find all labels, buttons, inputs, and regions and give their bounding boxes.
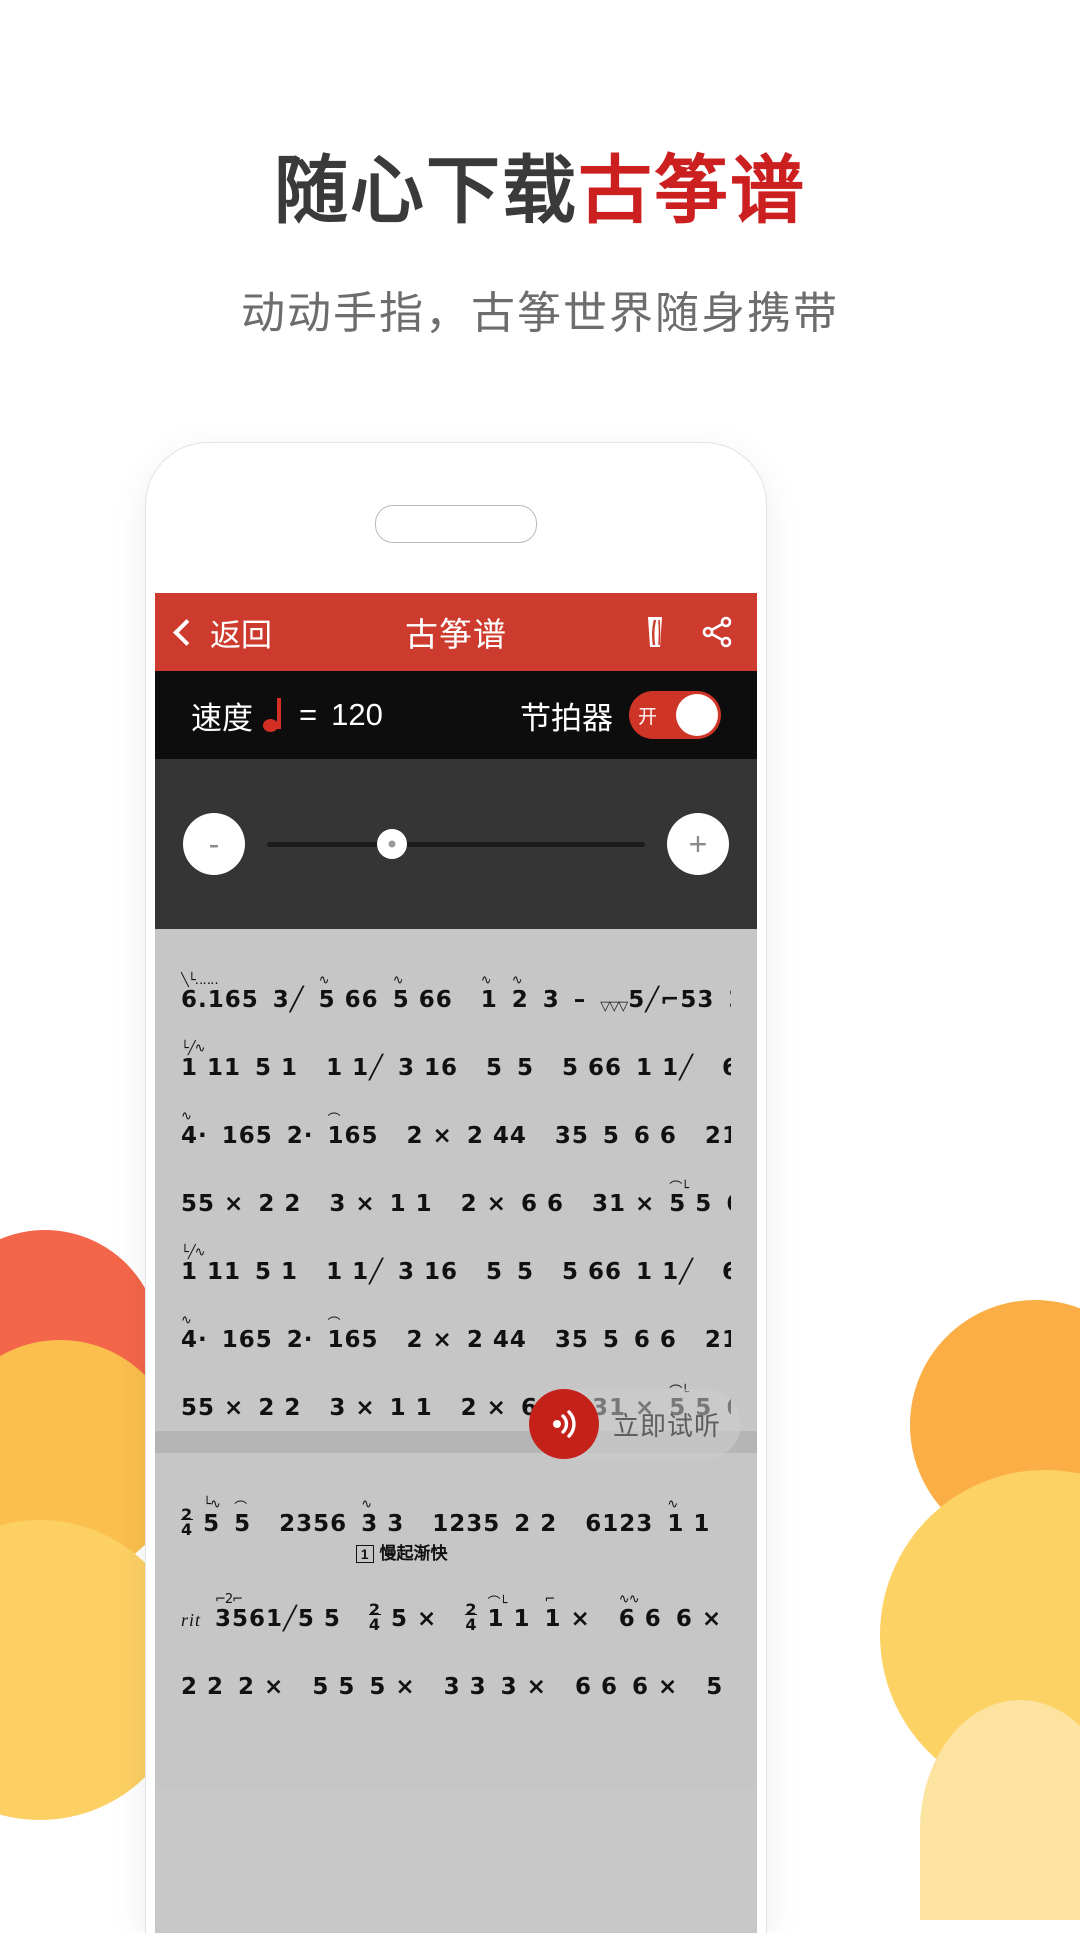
ornament-mark: ∿	[181, 1109, 192, 1124]
notation-line: 2 4 └∿ 5 ⌒ 5 2356 ∿ 3 3 1235 2 2 6123 ∿ 1 1 …	[181, 1469, 731, 1537]
sheet-annotation: 1 慢起渐快	[181, 1539, 731, 1564]
decor-blob-orange-right	[910, 1300, 1080, 1550]
time-signature-bottom: 4	[368, 1613, 382, 1632]
back-button-label: 返回	[210, 617, 272, 653]
quarter-note-icon	[263, 698, 283, 732]
time-signature-bottom: 4	[181, 1518, 194, 1537]
phone-speaker-grille	[375, 505, 537, 543]
ornament-mark: ∿	[511, 973, 523, 988]
guzheng-icon[interactable]	[637, 614, 673, 650]
time-signature: 2 4	[181, 1507, 194, 1537]
page-subtitle: 动动手指，古筝世界随身携带	[241, 289, 839, 339]
page-title: 随心下载古筝谱	[0, 150, 1080, 231]
back-button[interactable]: 返回	[173, 610, 272, 655]
tempo-slider-thumb[interactable]	[376, 829, 407, 859]
ornament-mark: ⌒└	[669, 1181, 689, 1196]
notation-line: 2 2 2 × 5 5 5 × 3 3 3 × 6 6 6 × 5 5 5 × …	[181, 1632, 731, 1700]
tempo-increase-button[interactable]: +	[667, 813, 729, 875]
ornament-mark: ∿∿	[618, 1592, 640, 1607]
ornament-mark: ⌐2⌐	[215, 1592, 243, 1607]
notation-line: ∿4· 165 2· ⌒165 2 × 2 44 35 5 6 6 21 × 5…	[181, 1285, 731, 1353]
tempo-slider[interactable]	[267, 813, 645, 875]
chevron-left-icon	[173, 618, 200, 646]
sound-wave-icon	[552, 1410, 576, 1438]
tempo-decrease-button[interactable]: -	[183, 813, 245, 875]
ornament-mark: └╱∿	[181, 1245, 206, 1260]
tempo-bar: 速度 = 120 节拍器 开	[155, 671, 757, 759]
ornament-mark: ∿	[667, 1497, 678, 1512]
navbar-actions	[637, 614, 735, 650]
ornament-mark: ∿	[361, 1497, 372, 1512]
ornament-mark: ⌐	[544, 1592, 556, 1607]
app-screen: 返回 古筝谱 速度 = 120 节拍器 开 - + ╲└‥‥‥ 6.165 3╱…	[155, 593, 757, 1933]
ornament-mark: ⌒└	[487, 1596, 507, 1611]
metronome-label: 节拍器	[520, 700, 613, 736]
sheet-section-two: 2 4 └∿ 5 ⌒ 5 2356 ∿ 3 3 1235 2 2 6123 ∿ 1 1 …	[155, 1453, 757, 1700]
sheet-section-one: ╲└‥‥‥ 6.165 3╱ ∿ 5 66 ∿ 5 66 ∿ 1 ∿ 2 3 – ▽▽▽ …	[155, 929, 757, 1421]
decor-blob-pale-right	[920, 1700, 1080, 1920]
tempo-display: 速度 = 120	[191, 693, 383, 738]
time-signature: 2 4	[368, 1602, 382, 1632]
metronome-control: 节拍器 开	[520, 691, 721, 739]
share-icon[interactable]	[699, 614, 735, 650]
notation-line: 1 └╱∿11 5 1 1 1╱ 3 16 5 5 5 66 1 1╱ 6 1╱…	[181, 1013, 731, 1081]
ornament-mark: ∿	[181, 1313, 192, 1328]
tempo-label: 速度	[191, 700, 253, 736]
listen-now-button[interactable]: 立即试听	[528, 1389, 741, 1459]
tempo-annotation-text: 慢起渐快	[379, 1544, 448, 1563]
listen-now-circle	[528, 1389, 599, 1459]
tempo-slider-panel: - +	[155, 759, 757, 929]
decor-blob-yellow-right	[880, 1470, 1080, 1800]
promo-text-block: 随心下载古筝谱 动动手指，古筝世界随身携带	[0, 150, 1080, 341]
rit-marking: rit	[181, 1610, 202, 1630]
rehearsal-mark-box: 1	[355, 1545, 374, 1563]
notation-line: ∿4· 165 2· ⌒165 2 × 2 44 35 5 6 6 21 × 5…	[181, 1081, 731, 1149]
metronome-toggle[interactable]: 开	[629, 691, 721, 739]
app-navbar: 返回 古筝谱	[155, 593, 757, 671]
listen-now-label: 立即试听	[612, 1410, 721, 1441]
sheet-music-viewer[interactable]: ╲└‥‥‥ 6.165 3╱ ∿ 5 66 ∿ 5 66 ∿ 1 ∿ 2 3 – ▽▽▽ …	[155, 929, 757, 1789]
headline-plain-part: 随心下载	[274, 149, 578, 232]
notation-line: ╲└‥‥‥ 6.165 3╱ ∿ 5 66 ∿ 5 66 ∿ 1 ∿ 2 3 – ▽▽▽ …	[181, 945, 731, 1013]
ornament-mark: ∿	[392, 973, 404, 988]
metronome-toggle-knob	[676, 694, 718, 736]
tempo-equals-sign: =	[299, 697, 318, 732]
notation-line: rit ⌐2⌐ 3561╱5 5 2 4 5 × 2 4 ⌒└ 1 1 ⌐ 1 ×	[181, 1564, 731, 1632]
phone-mockup: 返回 古筝谱 速度 = 120 节拍器 开 - + ╲└‥‥‥ 6.165 3╱…	[146, 443, 766, 1933]
decor-blob-red-left	[0, 1230, 160, 1460]
ornament-mark: └∿	[203, 1497, 221, 1512]
notation-line: 1 └╱∿11 5 1 1 1╱ 3 16 5 5 5 66 1 1╱ 6 1╱…	[181, 1217, 731, 1285]
headline-accent-part: 古筝谱	[578, 149, 806, 232]
tempo-slider-track	[267, 841, 645, 847]
ornament-mark: └╱∿	[181, 1041, 206, 1056]
time-signature-bottom: 4	[465, 1613, 478, 1632]
ornament-mark: ╲└‥‥‥	[181, 973, 219, 988]
metronome-toggle-state: 开	[638, 706, 658, 728]
ornament-mark: ▽▽▽	[600, 999, 628, 1013]
ornament-mark: ∿	[480, 973, 492, 988]
notation-line: 55 × 2 2 3 × 1 1 2 × 6 6 31 × ⌒└5 5 62 5…	[181, 1149, 731, 1217]
time-signature: 2 4	[465, 1602, 478, 1632]
ornament-mark: ∿	[318, 973, 330, 988]
tempo-value: 120	[331, 697, 383, 732]
